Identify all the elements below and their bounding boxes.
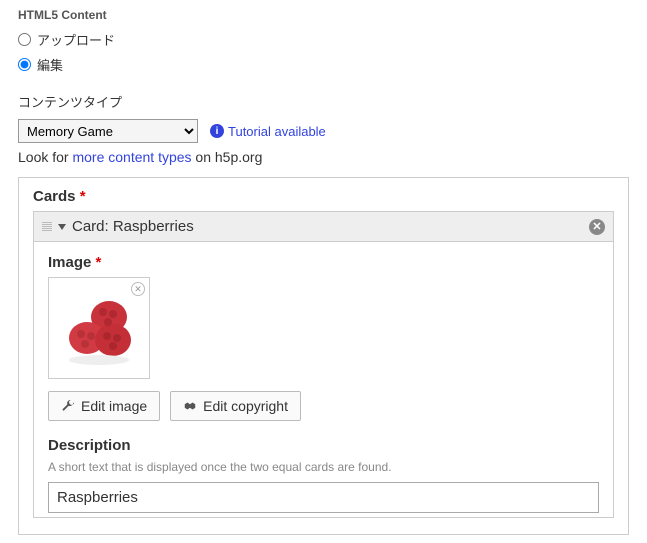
card-header[interactable]: Card: Raspberries ✕ [33,211,614,242]
cards-section-label: Cards * [33,188,614,205]
content-type-hint: Look for more content types on h5p.org [18,149,629,165]
info-icon: i [210,124,224,138]
chevron-down-icon[interactable] [58,224,66,230]
editor-panel: Cards * Card: Raspberries ✕ Image * ✕ [18,177,629,535]
card-title: Card: Raspberries [72,218,194,235]
mode-edit-row[interactable]: 編集 [18,55,629,74]
page-title: HTML5 Content [18,8,629,22]
tutorial-link[interactable]: i Tutorial available [210,124,326,139]
description-help: A short text that is displayed once the … [48,460,599,474]
remove-image-icon[interactable]: ✕ [131,282,145,296]
image-thumbnail[interactable]: ✕ [48,277,150,379]
mode-upload-row[interactable]: アップロード [18,30,629,49]
mode-upload-label: アップロード [37,30,115,49]
mode-edit-label: 編集 [37,55,63,74]
handshake-icon [183,399,197,413]
content-type-select[interactable]: Memory Game [18,119,198,143]
image-label: Image * [48,254,599,271]
edit-image-button[interactable]: Edit image [48,391,160,421]
drag-handle-icon[interactable] [42,222,52,231]
card-body: Image * ✕ Edit image [33,242,614,518]
mode-upload-radio[interactable] [18,33,31,46]
mode-edit-radio[interactable] [18,58,31,71]
content-type-label: コンテンツタイプ [18,92,629,111]
tutorial-text: Tutorial available [228,124,326,139]
wrench-icon [61,399,75,413]
description-label: Description [48,437,599,454]
description-input[interactable] [48,482,599,513]
remove-card-icon[interactable]: ✕ [589,219,605,235]
edit-copyright-button[interactable]: Edit copyright [170,391,301,421]
raspberries-image [53,282,145,374]
more-content-types-link[interactable]: more content types [72,149,191,165]
